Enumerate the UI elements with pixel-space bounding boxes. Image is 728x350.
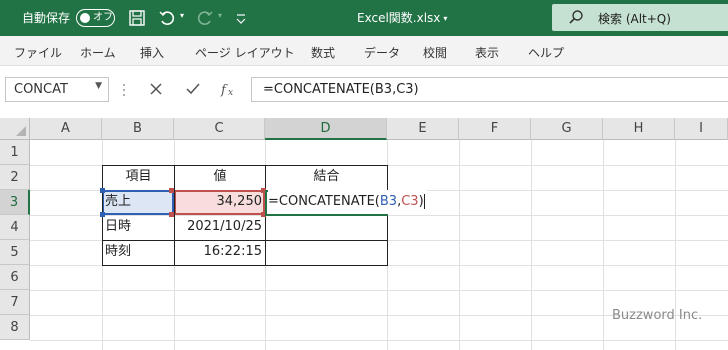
name-box[interactable]: CONCAT ▼ [5,77,109,102]
search-icon [569,10,583,24]
search-placeholder: 検索 (Alt+Q) [598,12,671,26]
svg-text:x: x [228,88,233,98]
gridline [30,340,728,341]
column-header-h[interactable]: H [603,118,675,140]
tab-insert[interactable]: 挿入 [140,44,164,61]
header-cell-item[interactable]: 項目 [103,165,174,189]
column-header-d[interactable]: D [265,118,387,140]
select-all-corner[interactable] [0,118,30,140]
table-border [102,265,388,266]
tab-review[interactable]: 校閲 [423,44,447,61]
gridline [459,140,460,350]
cell-b3[interactable]: 売上 [105,190,131,214]
formula-bar: CONCAT ▼ f x =CONCATENATE(B3,C3) [0,66,728,112]
toggle-knob [80,13,90,23]
column-header-e[interactable]: E [387,118,459,140]
column-header-c[interactable]: C [174,118,265,140]
gridline [603,140,604,350]
row-header-2[interactable]: 2 [0,165,30,190]
cell-c3[interactable]: 34,250 [175,190,263,214]
chevron-down-icon[interactable]: ▼ [95,81,102,91]
header-cell-combined[interactable]: 結合 [266,165,387,189]
tab-home[interactable]: ホーム [80,44,116,61]
row-header-6[interactable]: 6 [0,265,30,290]
row-header-1[interactable]: 1 [0,140,30,165]
cancel-icon[interactable] [146,79,166,99]
tab-file[interactable]: ファイル [14,44,62,61]
search-box[interactable]: 検索 (Alt+Q) [552,4,728,31]
tab-page-layout[interactable]: ページ レイアウト [195,44,295,61]
formula-ref-b3: B3 [379,194,398,209]
tab-formulas[interactable]: 数式 [311,44,335,61]
tab-help[interactable]: ヘルプ [528,44,564,61]
customize-toolbar-icon[interactable] [234,9,248,27]
column-header-a[interactable]: A [30,118,102,140]
insert-function-icon[interactable]: f x [218,79,238,99]
row-header-4[interactable]: 4 [0,215,30,240]
formula-buttons: f x [136,77,250,102]
formula-ref-c3: C3 [401,194,419,209]
gridline [30,290,728,291]
svg-text:f: f [220,83,228,98]
formula-text: =CONCATENATE(B3,C3) [263,82,419,97]
undo-icon[interactable] [158,9,176,27]
autosave-label: 自動保存 [22,11,71,25]
chevron-down-icon: ▾ [443,14,448,23]
title-bar: 自動保存 オフ ▾ ▾ Excel関数.xlsx ▾ 検索 (Alt+Q) [0,0,728,36]
name-box-value: CONCAT [14,82,68,97]
column-header-g[interactable]: G [531,118,603,140]
autosave-state: オフ [93,12,113,23]
enter-icon[interactable] [183,79,203,99]
redo-dropdown-icon: ▾ [218,11,223,20]
filename-text: Excel関数.xlsx [357,11,441,25]
cell-c5[interactable]: 16:22:15 [175,240,262,264]
ribbon-tabs: ファイル ホーム 挿入 ページ レイアウト 数式 データ 校閲 表示 ヘルプ [0,36,728,66]
cell-b5[interactable]: 時刻 [105,240,131,264]
autosave-toggle[interactable]: オフ [76,9,115,27]
formula-input[interactable]: =CONCATENATE(B3,C3) [251,77,728,102]
column-header-f[interactable]: F [459,118,531,140]
header-cell-value[interactable]: 値 [175,165,265,189]
watermark: Buzzword Inc. [612,308,703,323]
drag-handle-icon[interactable] [122,83,126,97]
select-all-icon [16,126,26,136]
text-cursor [423,194,425,209]
row-header-7[interactable]: 7 [0,290,30,315]
cell-d3-editor[interactable]: =CONCATENATE(B3,C3) [268,190,427,214]
row-header-5[interactable]: 5 [0,240,30,265]
tab-view[interactable]: 表示 [475,44,499,61]
gridline [531,140,532,350]
undo-dropdown-icon[interactable]: ▾ [180,11,184,29]
row-header-3[interactable]: 3 [0,190,30,215]
tab-data[interactable]: データ [364,44,400,61]
cell-b4[interactable]: 日時 [105,215,131,239]
document-title[interactable]: Excel関数.xlsx ▾ [357,9,447,26]
column-header-i[interactable]: I [675,118,728,140]
range-handle[interactable] [169,212,174,217]
row-header-8[interactable]: 8 [0,315,30,340]
cell-c4[interactable]: 2021/10/25 [175,215,262,239]
column-header-b[interactable]: B [102,118,174,140]
save-icon[interactable] [128,9,146,27]
worksheet-grid[interactable]: A B C D E F G H I 1 2 3 4 5 6 7 8 項目 値 結… [0,118,728,350]
redo-icon [197,11,213,25]
formula-prefix: =CONCATENATE( [268,194,380,209]
